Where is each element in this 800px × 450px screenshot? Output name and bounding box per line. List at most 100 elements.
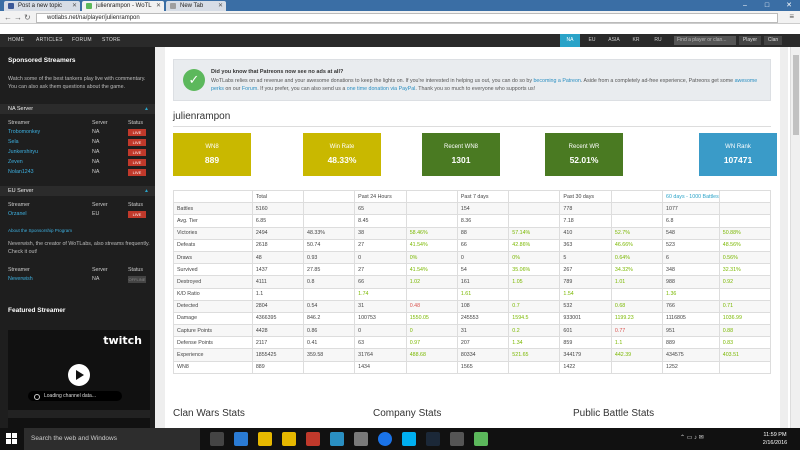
main-area: ✓ Did you know that Patreons now see no … — [155, 47, 788, 428]
streamer-row[interactable]: Zeven NA LIVE — [0, 158, 155, 167]
tab-close-icon[interactable]: ✕ — [218, 1, 223, 11]
stats-row-label: Experience — [173, 348, 253, 362]
twitch-player[interactable]: twitch Loading channel data... — [8, 330, 150, 428]
taskbar-app-icon[interactable] — [234, 432, 248, 446]
stats-row: Detected 2804 0.54 31 0.48 108 0.7 532 0.68 766 0.… — [173, 299, 772, 313]
forum-link[interactable]: Forum — [242, 86, 257, 92]
live-badge: LIVE — [128, 159, 146, 166]
stats-cell: 846.2 — [303, 311, 356, 326]
page-scrollbar[interactable] — [790, 47, 800, 428]
minimize-button[interactable]: – — [734, 0, 756, 11]
stat-label: WN Rank — [725, 144, 751, 150]
streamer-server: NA — [92, 149, 100, 155]
stat-value: 1301 — [451, 155, 471, 165]
taskbar-app-icon[interactable] — [426, 432, 440, 446]
taskbar-app-icon[interactable] — [354, 432, 368, 446]
streamer-row[interactable]: Orzanel EU LIVE — [0, 210, 155, 219]
player-controls[interactable] — [8, 410, 150, 418]
stats-header-cell — [405, 189, 458, 204]
streamer-name[interactable]: Nolan1243 — [8, 169, 34, 175]
eu-server-label: EU Server — [8, 188, 34, 194]
taskbar-clock[interactable]: 11:59 PM 2/16/2016 — [755, 431, 795, 447]
streamer-server: NA — [92, 139, 100, 145]
region-eu[interactable]: EU — [582, 34, 602, 47]
url-input[interactable]: wotlabs.net/na/player/julienrampon — [36, 13, 778, 23]
stats-cell: 31764 — [354, 348, 407, 362]
collapse-icon[interactable]: ▲ — [144, 188, 149, 194]
taskbar-app-icon[interactable] — [402, 432, 416, 446]
forward-icon[interactable]: → — [14, 12, 22, 23]
sponsorship-link[interactable]: About the Sponsorship Program — [8, 227, 150, 235]
nav-home-link[interactable]: HOME — [8, 34, 24, 47]
twitch-logo: twitch — [103, 334, 142, 347]
stats-cell: 1199.23 — [610, 311, 664, 326]
taskbar-search-input[interactable]: Search the web and Windows — [24, 428, 200, 450]
tab-close-icon[interactable]: ✕ — [72, 1, 77, 11]
scrollbar-thumb[interactable] — [793, 55, 799, 135]
stats-cell: 889 — [251, 360, 305, 374]
browser-tab-3[interactable]: New Tab ✕ — [166, 1, 226, 11]
stats-cell: 6 — [662, 250, 720, 265]
browser-menu-icon[interactable]: ≡ — [789, 12, 794, 21]
region-asia[interactable]: ASIA — [604, 34, 624, 47]
taskbar-app-icon[interactable] — [282, 432, 296, 446]
offline-badge: OFFLINE — [128, 276, 146, 283]
taskbar-app-icon[interactable] — [258, 432, 272, 446]
clan-search-button[interactable]: Clan — [764, 36, 782, 45]
taskbar-app-icon[interactable] — [210, 432, 224, 446]
windows-start-icon[interactable] — [6, 433, 18, 445]
nav-store-link[interactable]: STORE — [102, 34, 121, 47]
region-na[interactable]: NA — [560, 34, 580, 47]
stats-cell: 0 — [354, 250, 407, 265]
patreon-link[interactable]: becoming a Patreon — [533, 78, 580, 84]
reload-icon[interactable]: ↻ — [24, 12, 31, 23]
streamer-name[interactable]: Orzanel — [8, 211, 27, 217]
streamer-name[interactable]: Trobomonkey — [8, 129, 40, 135]
streamer-row[interactable]: Neverwish NA OFFLINE — [0, 275, 155, 284]
system-tray[interactable]: ⌃ ▭ ♪ ✉ — [680, 434, 704, 441]
na-server-header[interactable]: NA Server ▲ — [0, 104, 155, 114]
stats-cell: 207 — [456, 336, 510, 350]
tab-favicon-icon — [8, 3, 14, 9]
close-window-button[interactable]: ✕ — [778, 0, 800, 11]
streamer-name[interactable]: Sela — [8, 139, 19, 145]
tab-close-icon[interactable]: ✕ — [156, 1, 161, 11]
region-kr[interactable]: KR — [626, 34, 646, 47]
taskbar-app-icon[interactable] — [474, 432, 488, 446]
live-badge: LIVE — [128, 139, 146, 146]
stats-row: WN8 889 1434 1565 1422 1252 — [173, 360, 772, 374]
region-ru[interactable]: RU — [648, 34, 668, 47]
collapse-icon[interactable]: ▲ — [144, 106, 149, 112]
streamer-row[interactable]: Nolan1243 NA LIVE — [0, 168, 155, 177]
streamer-name[interactable]: Zeven — [8, 159, 23, 165]
eu-server-header[interactable]: EU Server ▲ — [0, 186, 155, 196]
streamer-row[interactable]: Sela NA LIVE — [0, 138, 155, 147]
stats-cell — [610, 287, 664, 301]
taskbar-app-icon[interactable] — [450, 432, 464, 446]
player-search-input[interactable]: Find a player or clan... — [674, 36, 736, 45]
browser-tab-1[interactable]: Post a new topic ✕ — [4, 1, 80, 11]
stats-row-label: Battles — [173, 202, 253, 216]
taskbar-app-icon[interactable] — [378, 432, 392, 446]
paypal-link[interactable]: one time donation via PayPal — [347, 86, 416, 92]
taskbar-app-icon[interactable] — [306, 432, 320, 446]
player-search-button[interactable]: Player — [739, 36, 761, 45]
col-streamer: Streamer — [8, 120, 30, 126]
tab-label: New Tab — [180, 3, 204, 9]
taskbar: Search the web and Windows ⌃ ▭ ♪ ✉ 11:59… — [0, 428, 800, 450]
taskbar-app-icon[interactable] — [330, 432, 344, 446]
nav-forum-link[interactable]: FORUM — [72, 34, 92, 47]
stats-cell: 1550.05 — [405, 311, 458, 326]
streamer-name[interactable]: Junkershiryu — [8, 149, 38, 155]
nav-articles-link[interactable]: ARTICLES — [36, 34, 63, 47]
browser-tab-2[interactable]: julienrampon - WoTL ✕ — [82, 1, 164, 11]
notice-text: on our — [223, 86, 242, 92]
maximize-button[interactable]: □ — [756, 0, 778, 11]
tab-label: julienrampon - WoTL — [96, 3, 152, 9]
play-icon[interactable] — [68, 364, 90, 386]
streamer-row[interactable]: Trobomonkey NA LIVE — [0, 128, 155, 137]
stats-cell: 348 — [662, 263, 720, 277]
streamer-row[interactable]: Junkershiryu NA LIVE — [0, 148, 155, 157]
back-icon[interactable]: ← — [4, 12, 12, 23]
streamer-name[interactable]: Neverwish — [8, 276, 33, 282]
